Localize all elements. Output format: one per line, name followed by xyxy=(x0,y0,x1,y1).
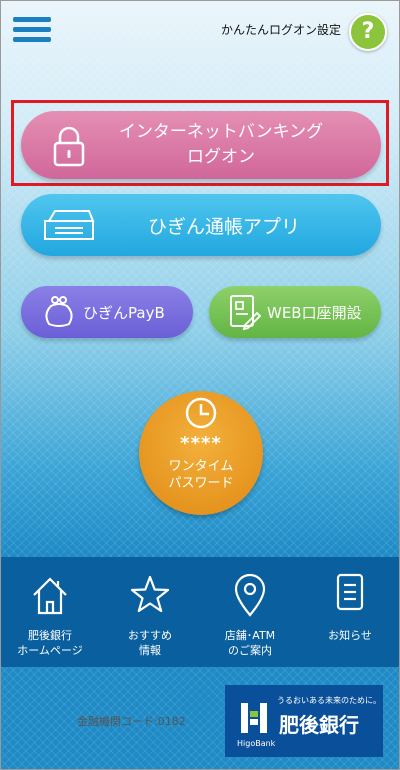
passbook-icon xyxy=(44,210,95,240)
passbook-button-label: ひぎん通帳アプリ xyxy=(147,215,300,238)
home-icon xyxy=(33,577,67,615)
nav-notices-label: お知らせ xyxy=(305,628,395,643)
nav-recommended-label: おすすめ 情報 xyxy=(105,628,195,658)
bank-code-text: 金融機関コード:0182 xyxy=(77,715,186,728)
payb-button-label: ひぎんPayB xyxy=(83,303,165,322)
logon-label-line1: インターネットバンキング xyxy=(118,122,324,142)
nav-homepage-label: 肥後銀行 ホームページ xyxy=(5,628,95,658)
web-account-opening-button[interactable]: WEB口座開設 xyxy=(209,286,381,338)
logon-button-label: インターネットバンキング ログオン xyxy=(91,120,351,170)
bottom-navigation: 肥後銀行 ホームページ おすすめ 情報 店舗･ATM のご案内 お知らせ xyxy=(1,557,399,667)
notice-icon xyxy=(336,573,364,611)
nav-homepage-line1: 肥後銀行 xyxy=(28,629,72,642)
nav-branches-line1: 店舗･ATM xyxy=(224,629,276,642)
web-account-button-label: WEB口座開設 xyxy=(267,303,362,322)
nav-branches-label: 店舗･ATM のご案内 xyxy=(205,628,295,658)
bank-logo-mark-icon xyxy=(241,703,267,733)
logo-tagline: うるおいある未来のために。 xyxy=(277,696,381,705)
nav-item-branches-atm[interactable]: 店舗･ATM のご案内 xyxy=(205,557,295,667)
one-time-password-button[interactable]: **** ワンタイム パスワード xyxy=(139,391,263,515)
payb-button[interactable]: ひぎんPayB xyxy=(21,286,193,338)
coin-purse-icon xyxy=(45,296,73,327)
menu-icon[interactable] xyxy=(13,17,51,43)
nav-recommended-line1: おすすめ xyxy=(128,629,172,642)
otp-label-line2: パスワード xyxy=(168,476,234,491)
nav-notices-line1: お知らせ xyxy=(328,629,372,642)
star-icon xyxy=(130,575,170,613)
higo-bank-logo[interactable]: うるおいある未来のために。 肥後銀行 HigoBank xyxy=(225,685,383,757)
logon-label-line2: ログオン xyxy=(187,147,255,167)
otp-stars: **** xyxy=(180,433,222,454)
nav-item-homepage[interactable]: 肥後銀行 ホームページ xyxy=(5,557,95,667)
passbook-app-button[interactable]: ひぎん通帳アプリ xyxy=(21,194,381,256)
logo-bank-name: 肥後銀行 xyxy=(279,713,359,737)
nav-homepage-line2: ホームページ xyxy=(17,644,83,657)
lock-icon xyxy=(53,126,85,167)
nav-recommended-line2: 情報 xyxy=(139,644,161,657)
logo-bank-name-en: HigoBank xyxy=(237,739,276,748)
application-form-icon xyxy=(230,295,261,331)
nav-branches-line2: のご案内 xyxy=(228,644,272,657)
location-pin-icon xyxy=(234,573,266,617)
help-button[interactable]: ? xyxy=(349,13,387,51)
clock-icon xyxy=(185,397,217,429)
app-screen: かんたんログオン設定 ? インターネットバンキング ログオン ひぎん通帳アプリ … xyxy=(0,0,400,770)
easy-logon-settings-link[interactable]: かんたんログオン設定 xyxy=(221,21,341,38)
internet-banking-logon-button[interactable]: インターネットバンキング ログオン xyxy=(21,111,381,179)
nav-item-notices[interactable]: お知らせ xyxy=(305,557,395,667)
nav-item-recommended[interactable]: おすすめ 情報 xyxy=(105,557,195,667)
